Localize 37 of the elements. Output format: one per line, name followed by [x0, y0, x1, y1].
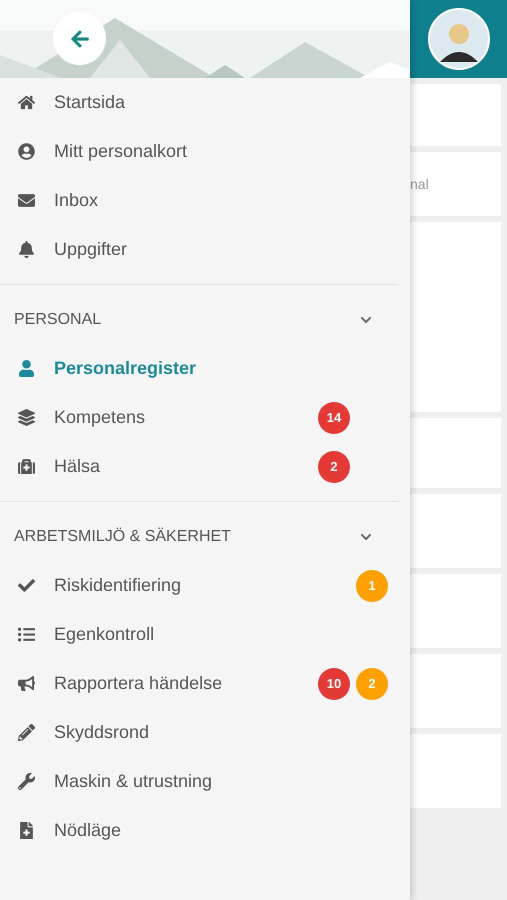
menu-item[interactable]: Hälsa 2 [0, 442, 398, 491]
menu-item[interactable]: Riskidentifiering 1 [0, 561, 398, 610]
chevron-icon[interactable] [360, 314, 372, 326]
menu-item[interactable]: Rapportera händelse 10 2 [0, 659, 398, 708]
count-badge: 10 [318, 668, 350, 700]
menu-item[interactable]: Skyddsrond [0, 708, 398, 757]
menu-item[interactable]: Inbox [0, 176, 398, 225]
menu-icon [16, 143, 36, 160]
menu-icon [16, 626, 36, 643]
menu-item[interactable]: Mitt personalkort [0, 127, 398, 176]
menu-item[interactable]: Uppgifter [0, 225, 398, 274]
menu-icon [16, 724, 36, 741]
menu-icon [16, 458, 36, 475]
avatar[interactable] [428, 8, 490, 70]
menu-item[interactable]: Startsida [0, 78, 398, 127]
count-badge: 14 [318, 402, 350, 434]
card-text: nal [410, 176, 429, 192]
menu-icon [16, 241, 36, 258]
menu-item[interactable]: Egenkontroll [0, 610, 398, 659]
menu-item[interactable]: Maskin & utrustning [0, 757, 398, 806]
menu-icon [16, 360, 36, 377]
chevron-icon[interactable] [360, 531, 372, 543]
section-title: PERSONAL [14, 311, 102, 329]
menu-item[interactable]: Kompetens 14 [0, 393, 398, 442]
count-badge: 2 [318, 450, 350, 482]
menu-icon [16, 409, 36, 426]
menu-icon [16, 192, 36, 209]
back-arrow-icon [70, 28, 90, 48]
menu-item[interactable]: Nödläge [0, 806, 398, 855]
menu-icon [16, 577, 36, 594]
count-badge: 2 [356, 668, 388, 700]
count-badge: 1 [356, 570, 388, 602]
menu-item[interactable]: Personalregister [0, 344, 398, 393]
menu-icon [16, 94, 36, 111]
menu-icon [16, 675, 36, 692]
menu-icon [16, 773, 36, 790]
section-title: ARBETSMILJÖ & SÄKERHET [14, 528, 231, 546]
